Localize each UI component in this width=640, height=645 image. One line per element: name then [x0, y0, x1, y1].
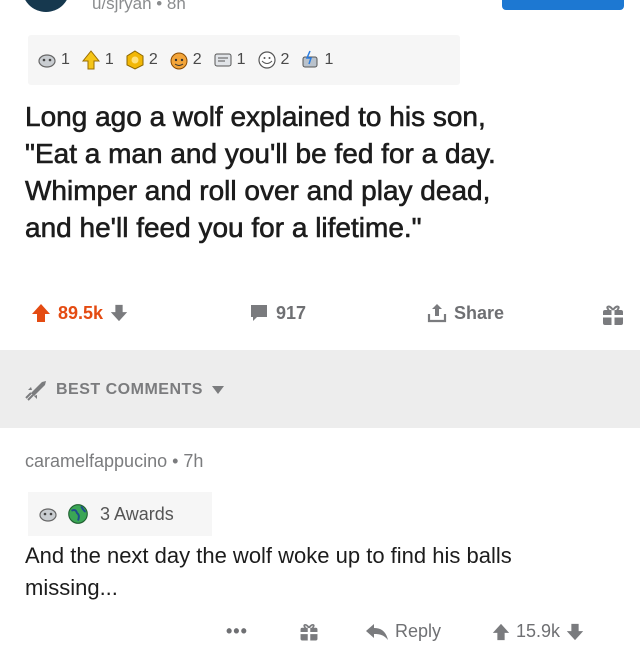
rocket-icon — [25, 381, 46, 401]
award-count: 1 — [61, 51, 70, 68]
comment-count: 917 — [276, 302, 307, 323]
reply-label: Reply — [395, 621, 442, 641]
post-action-bar: 89.5k 917 Share — [0, 294, 640, 340]
comment-upvote-count: 15.9k — [516, 621, 561, 641]
share-label: Share — [454, 302, 505, 323]
upvote-arrow-icon[interactable] — [30, 302, 52, 324]
gift-icon — [603, 305, 623, 325]
award-rocket[interactable]: 1 — [80, 49, 114, 71]
comment-body: And the next day the wolf woke up to fin… — [25, 540, 630, 604]
award-wholesome[interactable]: 2 — [168, 49, 202, 71]
post-title-line: "Eat a man and you'll be fed for a day. — [25, 138, 496, 170]
comment-author[interactable]: caramelfappucino • 7h — [25, 451, 203, 472]
silver-award-icon — [38, 54, 56, 68]
share-button[interactable]: Share — [426, 302, 504, 324]
award-count: 1 — [236, 51, 246, 68]
chevron-down-icon — [211, 386, 224, 394]
comment-bubble-icon — [251, 305, 267, 321]
award-gold[interactable]: 2 — [124, 49, 158, 71]
sort-comments-button[interactable]: BEST COMMENTS — [22, 378, 225, 402]
comment-action-bar: ••• Reply 15.9k — [0, 615, 640, 645]
upvote-arrow-icon[interactable] — [491, 622, 511, 642]
hugs-award-icon — [257, 51, 276, 69]
reply-button[interactable]: Reply — [364, 621, 441, 642]
comment-line: And the next day the wolf woke up to fin… — [25, 543, 512, 568]
post-header: u/sjryan • 8h — [0, 0, 640, 22]
award-silver[interactable]: 1 — [36, 49, 70, 71]
comment-awards-bar[interactable]: 3 Awards — [28, 492, 212, 536]
award-helpful[interactable]: 1 — [212, 49, 246, 71]
take-my-energy-award-icon — [302, 50, 318, 68]
award-count: 2 — [192, 51, 202, 68]
avatar[interactable] — [22, 0, 70, 12]
silver-award-icon — [39, 508, 57, 522]
sort-label: BEST COMMENTS — [56, 381, 203, 398]
comments-button[interactable]: 917 — [248, 302, 306, 324]
comment-vote-group: 15.9k — [491, 621, 585, 642]
post-awards-bar[interactable]: 1 1 2 2 1 2 1 — [28, 35, 460, 85]
award-gift-button[interactable] — [600, 302, 626, 328]
post-title-line: Long ago a wolf explained to his son, — [25, 101, 486, 133]
share-icon — [427, 304, 447, 323]
award-count: 2 — [280, 51, 290, 68]
gold-award-icon — [126, 50, 144, 70]
reply-arrow-icon — [366, 623, 388, 640]
post-title[interactable]: Long ago a wolf explained to his son, "E… — [25, 98, 625, 246]
join-button[interactable] — [502, 0, 624, 10]
downvote-arrow-icon[interactable] — [565, 622, 585, 642]
globe-award-icon — [68, 504, 88, 524]
award-energy[interactable]: 1 — [299, 49, 333, 71]
downvote-arrow-icon[interactable] — [109, 303, 129, 323]
helpful-award-icon — [214, 53, 232, 67]
comment-awards-count: 3 Awards — [100, 503, 174, 524]
post-author[interactable]: u/sjryan • 8h — [92, 0, 186, 14]
post-title-line: and he'll feed you for a lifetime." — [25, 212, 422, 244]
more-options-button[interactable]: ••• — [226, 621, 248, 642]
post-upvote-count: 89.5k — [58, 302, 104, 323]
comment-line: missing... — [25, 575, 118, 600]
award-count: 1 — [324, 51, 334, 68]
wholesome-award-icon — [170, 52, 188, 70]
award-count: 1 — [104, 51, 114, 68]
post-vote-group: 89.5k — [30, 302, 129, 324]
award-hugs[interactable]: 2 — [256, 49, 290, 71]
rocket-like-award-icon — [81, 50, 100, 70]
post-title-line: Whimper and roll over and play dead, — [25, 175, 491, 207]
award-count: 2 — [148, 51, 158, 68]
